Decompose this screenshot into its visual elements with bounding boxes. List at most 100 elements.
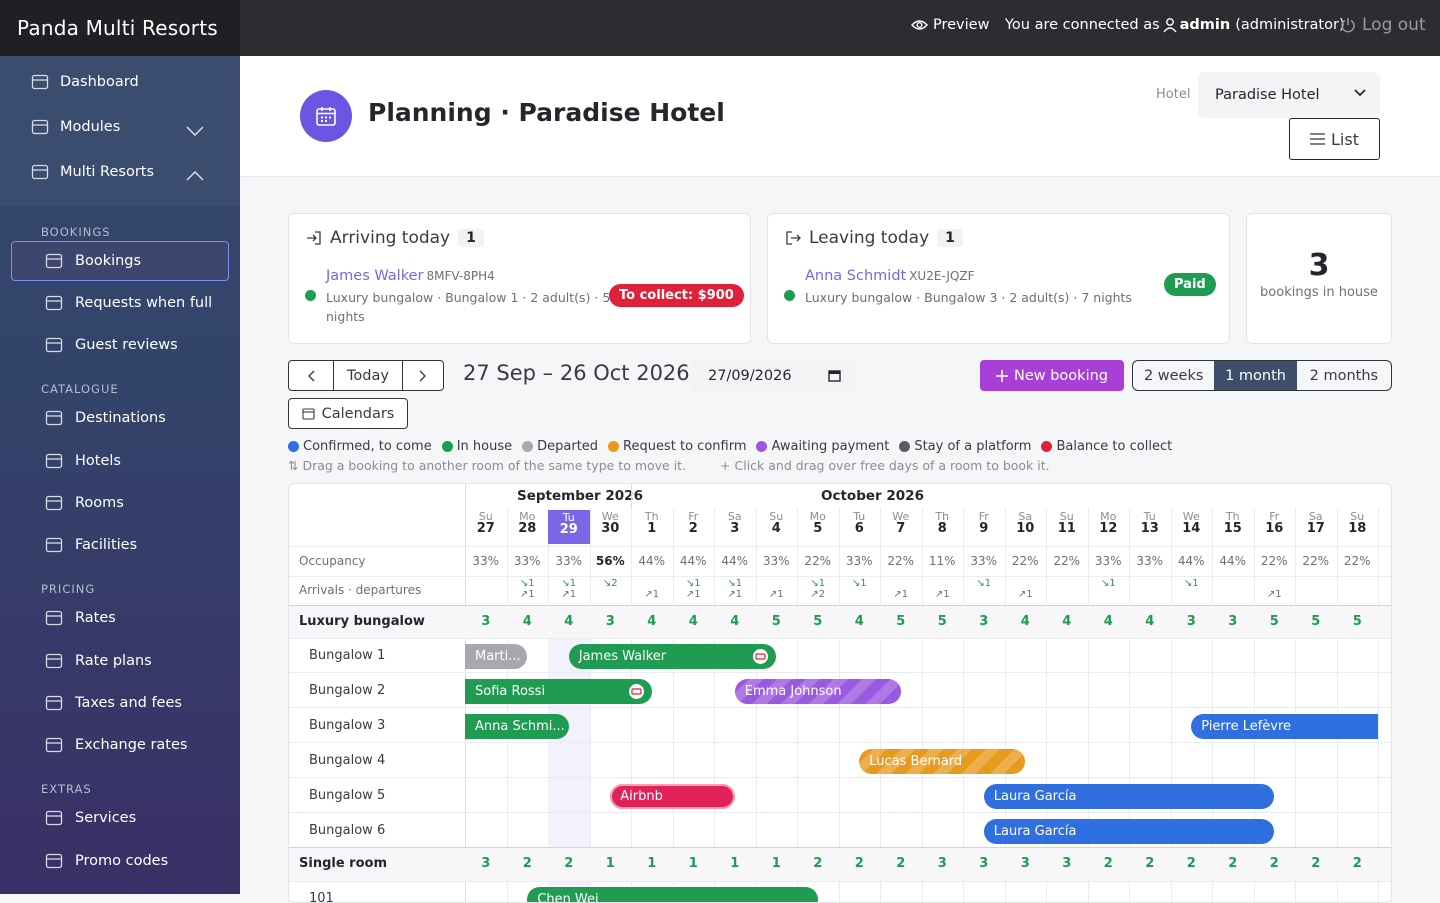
booking-bar[interactable]: Anna Schmi... <box>465 714 569 739</box>
day-header[interactable]: Tu 29 <box>548 510 590 544</box>
sidebar-item-hotels[interactable]: Hotels <box>44 451 121 471</box>
chevron-up-icon[interactable] <box>186 166 204 185</box>
room-label[interactable]: Bungalow 3 <box>309 718 385 733</box>
room-label[interactable]: 101 <box>309 891 334 902</box>
sidebar-item-promo-codes[interactable]: Promo codes <box>44 851 168 871</box>
booking-bar[interactable]: Marti... <box>465 644 528 669</box>
day-header[interactable]: Th 15 <box>1212 511 1254 536</box>
day-header[interactable]: We 14 <box>1171 511 1213 536</box>
sidebar-item-exchange-rates[interactable]: Exchange rates <box>44 735 187 755</box>
hotel-select-value: Paradise Hotel <box>1215 87 1320 103</box>
arrivals-departures-label: Arrivals · departures <box>299 583 422 597</box>
next-period-button[interactable] <box>402 360 444 391</box>
view-2-months-button[interactable]: 2 months <box>1297 361 1391 390</box>
planning-grid: September 2026 October 2026 Su 27 Mo 28 Tu 29 We… <box>288 483 1392 903</box>
day-header[interactable]: Sa 17 <box>1295 511 1337 536</box>
day-header[interactable]: Su 18 <box>1337 511 1379 536</box>
departures-value: ↗1 <box>768 589 784 600</box>
sidebar-item-facilities[interactable]: Facilities <box>44 535 137 555</box>
calendars-button[interactable]: Calendars <box>288 398 408 429</box>
booking-bar[interactable]: Laura García <box>983 819 1275 844</box>
day-header[interactable]: Sa 3 <box>714 511 756 536</box>
arriving-guest-link[interactable]: James Walker 8MFV-8PH4 <box>326 268 495 284</box>
calendar-picker-icon[interactable] <box>828 369 841 382</box>
sidebar-item-rates[interactable]: Rates <box>44 608 116 628</box>
sidebar-item-guest-reviews[interactable]: Guest reviews <box>44 335 178 355</box>
day-header[interactable]: Tu 6 <box>839 511 881 536</box>
day-header[interactable]: Fr 9 <box>963 511 1005 536</box>
sidebar-item-label: Promo codes <box>75 853 169 869</box>
view-1-month-button[interactable]: 1 month <box>1214 361 1297 390</box>
prev-period-button[interactable] <box>288 360 334 391</box>
day-header[interactable]: Tu 13 <box>1129 511 1171 536</box>
legend-dot <box>441 441 453 452</box>
day-header[interactable]: Th 8 <box>922 511 964 536</box>
sidebar-top-modules[interactable]: Modules <box>30 117 120 137</box>
day-header[interactable]: Fr 2 <box>673 511 715 536</box>
day-header[interactable]: Su 4 <box>756 511 798 536</box>
sidebar-item-rate-plans[interactable]: Rate plans <box>44 651 152 671</box>
room-label[interactable]: Bungalow 6 <box>309 823 385 838</box>
page-header: Planning · Paradise Hotel Hotel Paradise… <box>240 56 1440 177</box>
availability-count: 5 <box>937 614 947 629</box>
day-header[interactable]: Su 27 <box>465 511 507 536</box>
chevron-down-icon[interactable] <box>186 121 204 140</box>
day-header[interactable]: Mo 5 <box>797 511 839 536</box>
sidebar-item-services[interactable]: Services <box>44 808 136 828</box>
hotel-select[interactable]: Paradise Hotel <box>1198 72 1380 118</box>
sidebar-top-dashboard[interactable]: Dashboard <box>30 72 139 92</box>
availability-count: 2 <box>1103 856 1113 871</box>
day-header[interactable]: Th 1 <box>631 511 673 536</box>
room-label[interactable]: Bungalow 2 <box>309 683 385 698</box>
availability-count: 2 <box>813 856 823 871</box>
arrivals-departures-value <box>1046 578 1088 600</box>
day-header[interactable]: Mo 28 <box>507 511 549 536</box>
calendar-badge-icon <box>300 90 352 142</box>
list-view-button[interactable]: List <box>1289 118 1380 160</box>
day-header[interactable]: Sa 10 <box>1005 511 1047 536</box>
booking-bar[interactable]: Chen Wei <box>527 887 818 902</box>
booking-bar[interactable]: Emma Johnson <box>734 679 901 704</box>
today-button[interactable]: Today <box>333 360 403 391</box>
day-number: 8 <box>937 521 947 536</box>
booking-bar[interactable]: James Walker <box>568 644 777 669</box>
date-input[interactable]: 27/09/2026 <box>692 360 854 392</box>
day-header[interactable]: We 30 <box>590 511 632 536</box>
leaving-count: 1 <box>937 229 963 247</box>
booking-bar[interactable]: Pierre Lefèvre <box>1191 714 1378 739</box>
booking-label: Lucas Bernard <box>869 754 963 769</box>
leaving-guest-link[interactable]: Anna Schmidt XU2E-JQZF <box>805 268 975 284</box>
logout-button[interactable]: Log out <box>1340 15 1426 35</box>
grid-row-line <box>289 546 1391 547</box>
new-booking-button[interactable]: New booking <box>980 360 1124 391</box>
room-label[interactable]: Bungalow 4 <box>309 753 385 768</box>
arrivals-value: ↘1 <box>851 578 867 589</box>
calendars-label: Calendars <box>321 405 395 422</box>
room-label[interactable]: Bungalow 1 <box>309 648 385 663</box>
leaving-detail: Luxury bungalow · Bungalow 3 · 2 adult(s… <box>805 290 1132 305</box>
day-header[interactable]: Mo 12 <box>1088 511 1130 536</box>
sidebar-item-requests-when-full[interactable]: Requests when full <box>44 293 212 313</box>
booking-bar[interactable]: Sofia Rossi <box>465 679 652 704</box>
sidebar-item-bookings[interactable]: Bookings <box>44 251 141 271</box>
sidebar-item-rooms[interactable]: Rooms <box>44 493 124 513</box>
day-header[interactable]: Fr 16 <box>1254 511 1296 536</box>
arrivals-value <box>1046 578 1088 589</box>
sidebar-item-taxes-and-fees[interactable]: Taxes and fees <box>44 693 182 713</box>
day-header[interactable]: Su 11 <box>1046 511 1088 536</box>
view-2-weeks-button[interactable]: 2 weeks <box>1133 361 1214 390</box>
booking-bar[interactable]: Lucas Bernard <box>859 749 1026 774</box>
legend-item: Awaiting payment <box>756 439 889 454</box>
sidebar-top-multi-resorts[interactable]: Multi Resorts <box>30 162 154 182</box>
brand-name[interactable]: Panda Multi Resorts <box>0 0 240 56</box>
preview-link[interactable]: Preview <box>911 17 989 33</box>
arrivals-value <box>1295 578 1337 589</box>
month-divider <box>631 484 632 508</box>
room-label[interactable]: Bungalow 5 <box>309 788 385 803</box>
sidebar-item-destinations[interactable]: Destinations <box>44 408 166 428</box>
day-header[interactable]: We 7 <box>880 511 922 536</box>
bed-icon <box>45 495 63 511</box>
booking-bar[interactable]: Airbnb <box>610 784 735 809</box>
new-booking-label: New booking <box>1013 367 1108 384</box>
booking-bar[interactable]: Laura García <box>983 784 1275 809</box>
